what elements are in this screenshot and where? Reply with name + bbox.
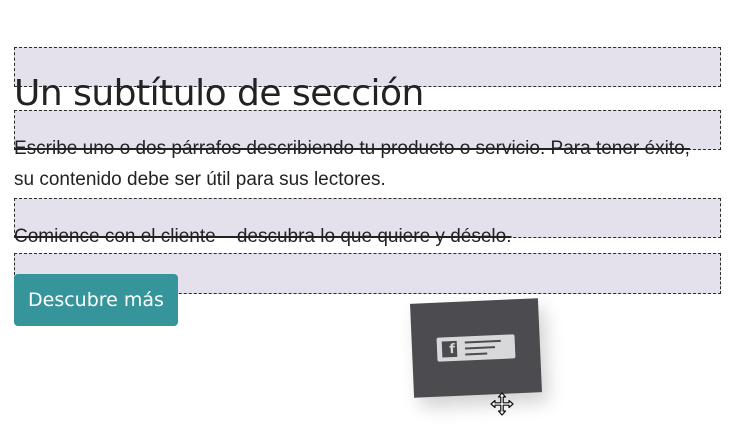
card-line [464, 346, 496, 350]
section-paragraph-1: Escribe uno o dos párrafos describiendo … [14, 133, 714, 195]
facebook-icon: f [441, 340, 458, 358]
move-cursor-icon [490, 392, 514, 416]
dragged-social-snippet[interactable]: f [410, 298, 542, 398]
social-card-thumbnail: f [436, 334, 516, 362]
card-line [464, 339, 501, 344]
section-paragraph-2: Comience con el cliente – descubra lo qu… [14, 226, 512, 247]
paragraph-1-text: Escribe uno o dos párrafos describiendo … [14, 138, 690, 190]
section-heading: Un subtítulo de sección [14, 73, 424, 114]
card-line [465, 352, 488, 356]
discover-more-button[interactable]: Descubre más [14, 274, 178, 326]
